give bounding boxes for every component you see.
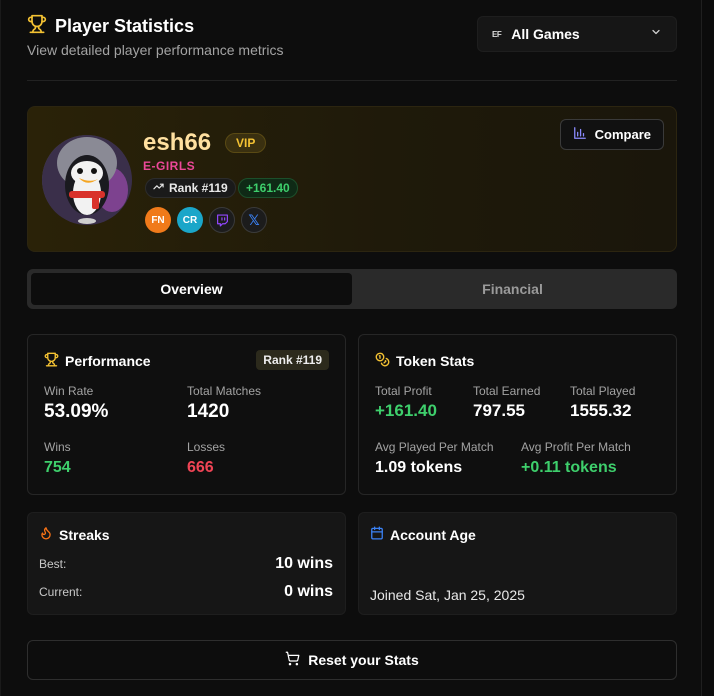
avg-played-label: Avg Played Per Match — [375, 440, 494, 454]
losses-label: Losses — [187, 440, 226, 454]
flame-icon — [39, 526, 53, 543]
joined-date: Joined Sat, Jan 25, 2025 — [370, 587, 525, 603]
best-streak-row: Best: 10 wins — [39, 555, 333, 573]
reset-stats-button[interactable]: Reset your Stats — [27, 640, 677, 680]
tab-financial[interactable]: Financial — [352, 273, 673, 305]
avg-played-stat: Avg Played Per Match 1.09 tokens — [375, 440, 494, 477]
avg-profit-label: Avg Profit Per Match — [521, 440, 631, 454]
vip-badge: VIP — [225, 133, 267, 153]
trophy-icon — [44, 352, 59, 370]
compare-button[interactable]: Compare — [559, 119, 664, 150]
current-streak-label: Current: — [39, 585, 83, 599]
reset-stats-label: Reset your Stats — [308, 652, 419, 668]
trending-up-icon — [153, 181, 164, 195]
best-streak-label: Best: — [39, 557, 67, 571]
win-rate-value: 53.09% — [44, 401, 109, 422]
token-stats-card: Token Stats Total Profit +161.40 Total E… — [358, 334, 677, 495]
current-streak-row: Current: 0 wins — [39, 583, 333, 601]
token-stats-title: Token Stats — [396, 353, 475, 369]
penguin-avatar-image — [42, 135, 132, 225]
wins-stat: Wins 754 — [44, 440, 71, 477]
header-divider — [27, 80, 677, 81]
game-select-value: All Games — [511, 26, 580, 42]
player-statistics-panel: Player Statistics View detailed player p… — [0, 0, 702, 696]
profile-card: esh66 VIP E-GIRLS Rank #119 +161.40 FN C… — [27, 106, 677, 252]
trophy-icon — [27, 14, 47, 39]
total-profit-stat: Total Profit +161.40 — [375, 384, 437, 421]
performance-title: Performance — [65, 353, 151, 369]
avg-profit-stat: Avg Profit Per Match +0.11 tokens — [521, 440, 631, 477]
current-streak-value: 0 wins — [284, 583, 333, 600]
account-age-header: Account Age — [370, 526, 476, 543]
username: esh66 — [143, 129, 212, 156]
streaks-title: Streaks — [59, 526, 110, 543]
performance-rank-badge: Rank #119 — [256, 350, 329, 370]
calendar-icon — [370, 526, 384, 543]
scrollbar[interactable] — [702, 0, 714, 696]
account-age-card: Account Age Joined Sat, Jan 25, 2025 — [358, 512, 677, 615]
game-select-dropdown[interactable]: EF All Games — [477, 16, 677, 52]
rank-badge: Rank #119 — [145, 178, 236, 198]
clash-royale-icon[interactable]: CR — [177, 207, 203, 233]
social-links: FN CR 𝕏 — [145, 207, 267, 233]
twitch-icon[interactable] — [209, 207, 235, 233]
tabs: Overview Financial — [27, 269, 677, 309]
avatar — [42, 135, 132, 225]
x-twitter-icon[interactable]: 𝕏 — [241, 207, 267, 233]
win-rate-label: Win Rate — [44, 384, 94, 398]
total-matches-value: 1420 — [187, 401, 230, 422]
avg-profit-value: +0.11 tokens — [521, 459, 617, 476]
total-played-label: Total Played — [570, 384, 636, 398]
total-earned-stat: Total Earned 797.55 — [473, 384, 540, 421]
account-age-title: Account Age — [390, 526, 476, 543]
total-played-stat: Total Played 1555.32 — [570, 384, 635, 421]
bar-chart-icon — [573, 126, 587, 143]
token-stats-header: Token Stats — [375, 352, 474, 370]
streaks-card: Streaks Best: 10 wins Current: 0 wins — [27, 512, 346, 615]
page-title: Player Statistics — [55, 16, 195, 36]
losses-stat: Losses 666 — [187, 440, 225, 477]
win-rate-stat: Win Rate 53.09% — [44, 384, 108, 423]
compare-label: Compare — [594, 127, 651, 142]
best-streak-value: 10 wins — [275, 555, 333, 572]
profit-badge: +161.40 — [238, 178, 298, 198]
performance-header: Performance — [44, 352, 151, 370]
losses-value: 666 — [187, 459, 214, 476]
fortnite-icon[interactable]: FN — [145, 207, 171, 233]
total-matches-label: Total Matches — [187, 384, 262, 398]
total-played-value: 1555.32 — [570, 401, 632, 420]
shopping-cart-icon — [285, 651, 300, 669]
chevron-down-icon — [650, 25, 662, 43]
wins-label: Wins — [44, 440, 71, 454]
total-matches-stat: Total Matches 1420 — [187, 384, 261, 423]
total-profit-label: Total Profit — [375, 384, 432, 398]
wins-value: 754 — [44, 459, 71, 476]
header: Player Statistics View detailed player p… — [27, 14, 677, 64]
rank-label: Rank #119 — [169, 181, 228, 195]
team-name: E-GIRLS — [143, 159, 196, 173]
total-profit-value: +161.40 — [375, 401, 437, 420]
avg-played-value: 1.09 tokens — [375, 459, 463, 476]
total-earned-value: 797.55 — [473, 401, 525, 420]
game-badge-icon: EF — [492, 29, 502, 39]
performance-card: Performance Rank #119 Win Rate 53.09% To… — [27, 334, 346, 495]
streaks-header: Streaks — [39, 526, 110, 543]
coins-icon — [375, 352, 390, 370]
tab-overview[interactable]: Overview — [31, 273, 352, 305]
total-earned-label: Total Earned — [473, 384, 541, 398]
